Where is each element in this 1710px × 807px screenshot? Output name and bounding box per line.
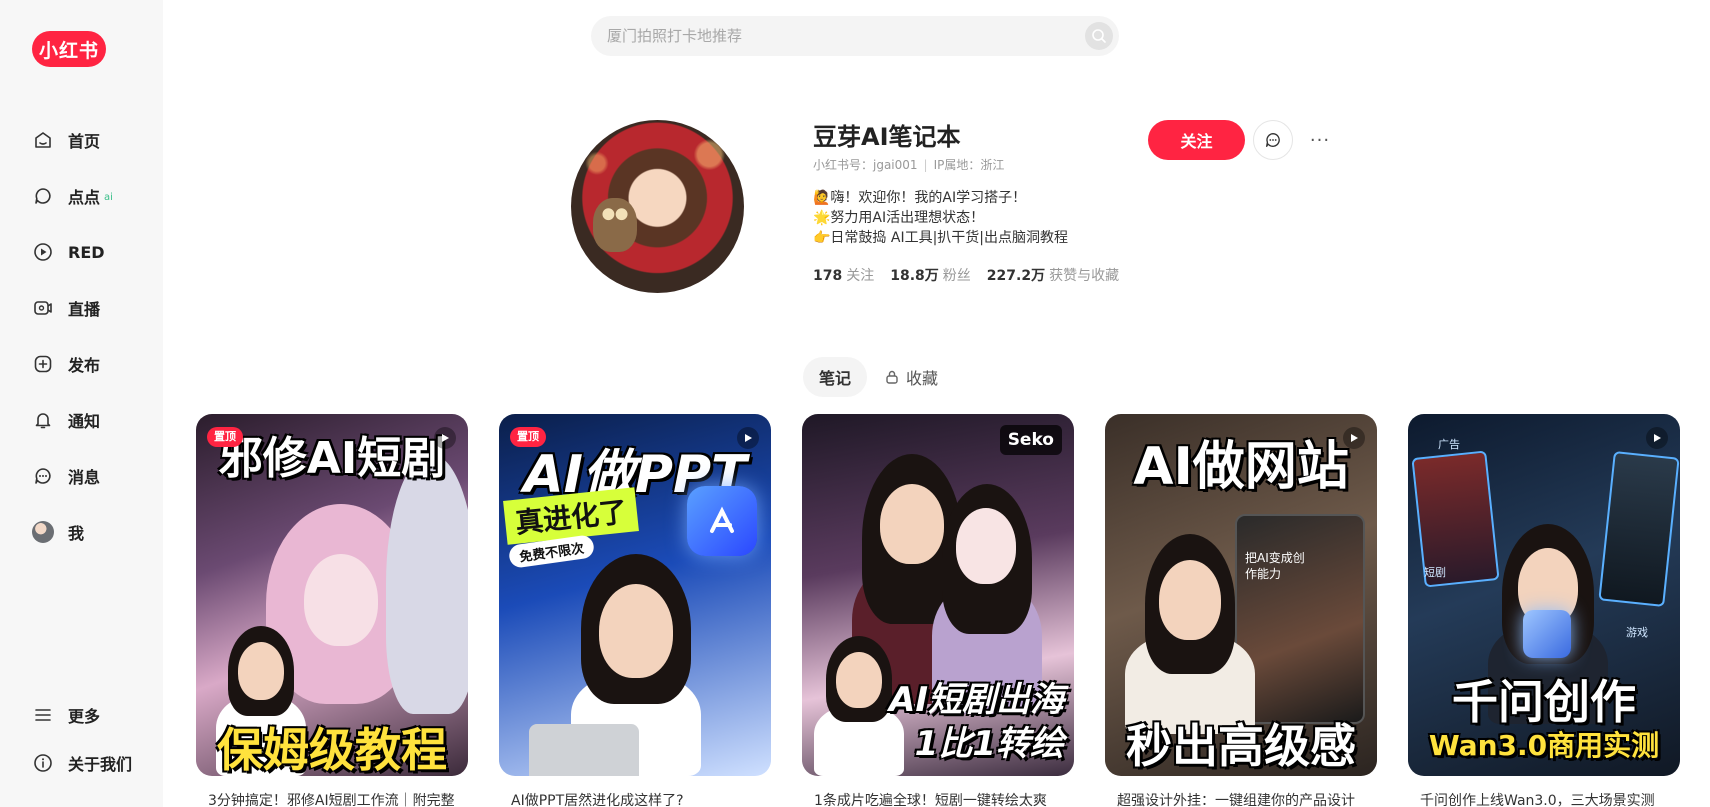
bio-line: 👉日常鼓捣 AI工具|扒干货|出点脑洞教程 [813, 230, 1069, 246]
note-card[interactable]: 置顶 邪修AI短剧 保姆级教程 3分钟搞定！邪修AI短剧工作流｜附完整 [196, 414, 468, 807]
pinned-badge: 置顶 [510, 427, 546, 447]
sidebar-item-publish[interactable]: 发布 [32, 350, 100, 378]
live-icon [32, 297, 54, 319]
doubao-logo-icon [687, 486, 757, 556]
bell-icon [32, 409, 54, 431]
home-icon [32, 129, 54, 151]
play-icon [737, 427, 759, 449]
sidebar-item-label: 消息 [68, 468, 101, 487]
play-icon [1646, 427, 1668, 449]
avatar [32, 521, 54, 543]
sidebar-item-more[interactable]: 更多 [32, 701, 100, 729]
play-icon [1343, 427, 1365, 449]
presenter-illustration [1125, 534, 1255, 734]
play-icon [434, 427, 456, 449]
info-icon [32, 752, 54, 774]
sidebar-item-about[interactable]: 关于我们 [32, 749, 132, 777]
sidebar-item-label: 首页 [68, 132, 101, 151]
message-icon [32, 465, 54, 487]
search-input[interactable] [607, 16, 1057, 56]
message-icon [1266, 133, 1280, 147]
cover-headline: 秒出高级感 [1126, 719, 1356, 773]
cover-headline: 千问创作 [1452, 675, 1636, 729]
sidebar-item-label: 关于我们 [68, 755, 133, 774]
cover-headline: AI做网站 [1133, 437, 1349, 497]
profile-name: 豆芽AI笔记本 [813, 123, 961, 151]
note-card[interactable]: 广告 短剧 游戏 千问创作 Wan3.0商用实测 千问创作上线Wan3.0，三大… [1408, 414, 1680, 807]
note-title[interactable]: 3分钟搞定！邪修AI短剧工作流｜附完整 [208, 790, 458, 807]
sidebar-item-label: 直播 [68, 300, 101, 319]
bio-line: 🙋嗨！欢迎你！我的AI学习搭子！ [813, 190, 1027, 206]
search-bar [591, 16, 1119, 56]
panel-label: 游戏 [1626, 626, 1648, 639]
stat-following[interactable]: 178 关注 [813, 265, 874, 285]
sidebar-item-label: 发布 [68, 356, 101, 375]
cover-headline: AI短剧出海 [889, 680, 1064, 720]
play-circle-icon [32, 241, 54, 263]
sidebar-item-messages[interactable]: 消息 [32, 462, 100, 490]
panel-label: 短剧 [1424, 566, 1446, 579]
cover-headline: 保姆级教程 [217, 723, 447, 776]
note-card[interactable]: 置顶 AI做PPT 真进化了 免费不限次 AI做PPT居然进化成这样了? [499, 414, 771, 807]
plus-square-icon [32, 353, 54, 375]
qianwen-cube-icon [1523, 610, 1571, 658]
stat-followers[interactable]: 18.8万 粉丝 [890, 265, 971, 285]
bio-line: 🌟努力用AI活出理想状态！ [813, 210, 985, 226]
note-title[interactable]: 超强设计外挂：一键组建你的产品设计 [1117, 790, 1367, 807]
panel-label: 广告 [1438, 438, 1460, 451]
note-cover[interactable]: 置顶 AI做PPT 真进化了 免费不限次 [499, 414, 771, 776]
stat-likes: 227.2万 获赞与收藏 [986, 268, 1120, 284]
sidebar-item-label: 我 [68, 524, 85, 543]
profile-stats: 178 关注 18.8万 粉丝 227.2万 获赞与收藏 [813, 265, 1119, 285]
tab-notes[interactable]: 笔记 [803, 357, 867, 397]
seko-brand-badge: Seko [999, 425, 1062, 455]
sidebar: 小红书 首页 点点 ai RED 直播 发布 通知 消息 我 更多 关于我们 [0, 0, 163, 807]
cover-headline: Wan3.0商用实测 [1428, 729, 1660, 762]
message-button[interactable] [1253, 120, 1293, 160]
sidebar-item-home[interactable]: 首页 [32, 126, 100, 154]
menu-icon [32, 704, 54, 726]
search-button[interactable] [1085, 22, 1113, 50]
note-title[interactable]: AI做PPT居然进化成这样了? [511, 790, 761, 807]
cover-headline: 1比1转绘 [914, 724, 1064, 764]
note-card[interactable]: Seko AI短剧出海 1比1转绘 1条成片吃遍全球！短剧一键转绘太爽 [802, 414, 1074, 807]
sidebar-item-label: RED [68, 242, 105, 262]
profile-bio: 🙋嗨！欢迎你！我的AI学习搭子！ 🌟努力用AI活出理想状态！ 👉日常鼓捣 AI工… [813, 188, 1068, 248]
sidebar-item-red[interactable]: RED [32, 238, 105, 266]
profile-ip: IP属地：浙江 [933, 158, 1005, 172]
more-options-button[interactable]: ··· [1308, 120, 1332, 160]
search-icon [1092, 29, 1106, 43]
note-card[interactable]: AI做网站 把AI变成创作能力 秒出高级感 超强设计外挂：一键组建你的产品设计 [1105, 414, 1377, 807]
note-cover[interactable]: Seko AI短剧出海 1比1转绘 [802, 414, 1074, 776]
profile-avatar[interactable] [571, 120, 744, 293]
sidebar-item-label: 更多 [68, 707, 101, 726]
xiaohongshu-logo[interactable]: 小红书 [32, 31, 106, 67]
profile-meta: 小红书号：jgai001 | IP属地：浙江 [813, 158, 1005, 172]
note-title[interactable]: 千问创作上线Wan3.0，三大场景实测 [1420, 790, 1670, 807]
sidebar-item-label: 通知 [68, 412, 101, 431]
ai-badge: ai [104, 191, 113, 203]
sidebar-item-me[interactable]: 我 [32, 518, 84, 546]
note-cover[interactable]: 广告 短剧 游戏 千问创作 Wan3.0商用实测 [1408, 414, 1680, 776]
profile-id: 小红书号：jgai001 [813, 158, 918, 172]
tab-collect-label: 收藏 [906, 369, 939, 388]
pinned-badge: 置顶 [207, 427, 243, 447]
lock-icon [884, 369, 900, 385]
sidebar-item-live[interactable]: 直播 [32, 294, 100, 322]
chat-bubble-icon [32, 185, 54, 207]
note-title[interactable]: 1条成片吃遍全球！短剧一键转绘太爽 [814, 790, 1064, 807]
sidebar-item-notifications[interactable]: 通知 [32, 406, 100, 434]
note-cover[interactable]: 置顶 邪修AI短剧 保姆级教程 [196, 414, 468, 776]
note-cover[interactable]: AI做网站 把AI变成创作能力 秒出高级感 [1105, 414, 1377, 776]
laptop-illustration [529, 724, 639, 776]
follow-button[interactable]: 关注 [1148, 120, 1245, 160]
sidebar-item-label: 点点 [68, 188, 101, 207]
sidebar-item-diandian[interactable]: 点点 ai [32, 182, 113, 210]
tab-collect[interactable]: 收藏 [884, 357, 938, 397]
